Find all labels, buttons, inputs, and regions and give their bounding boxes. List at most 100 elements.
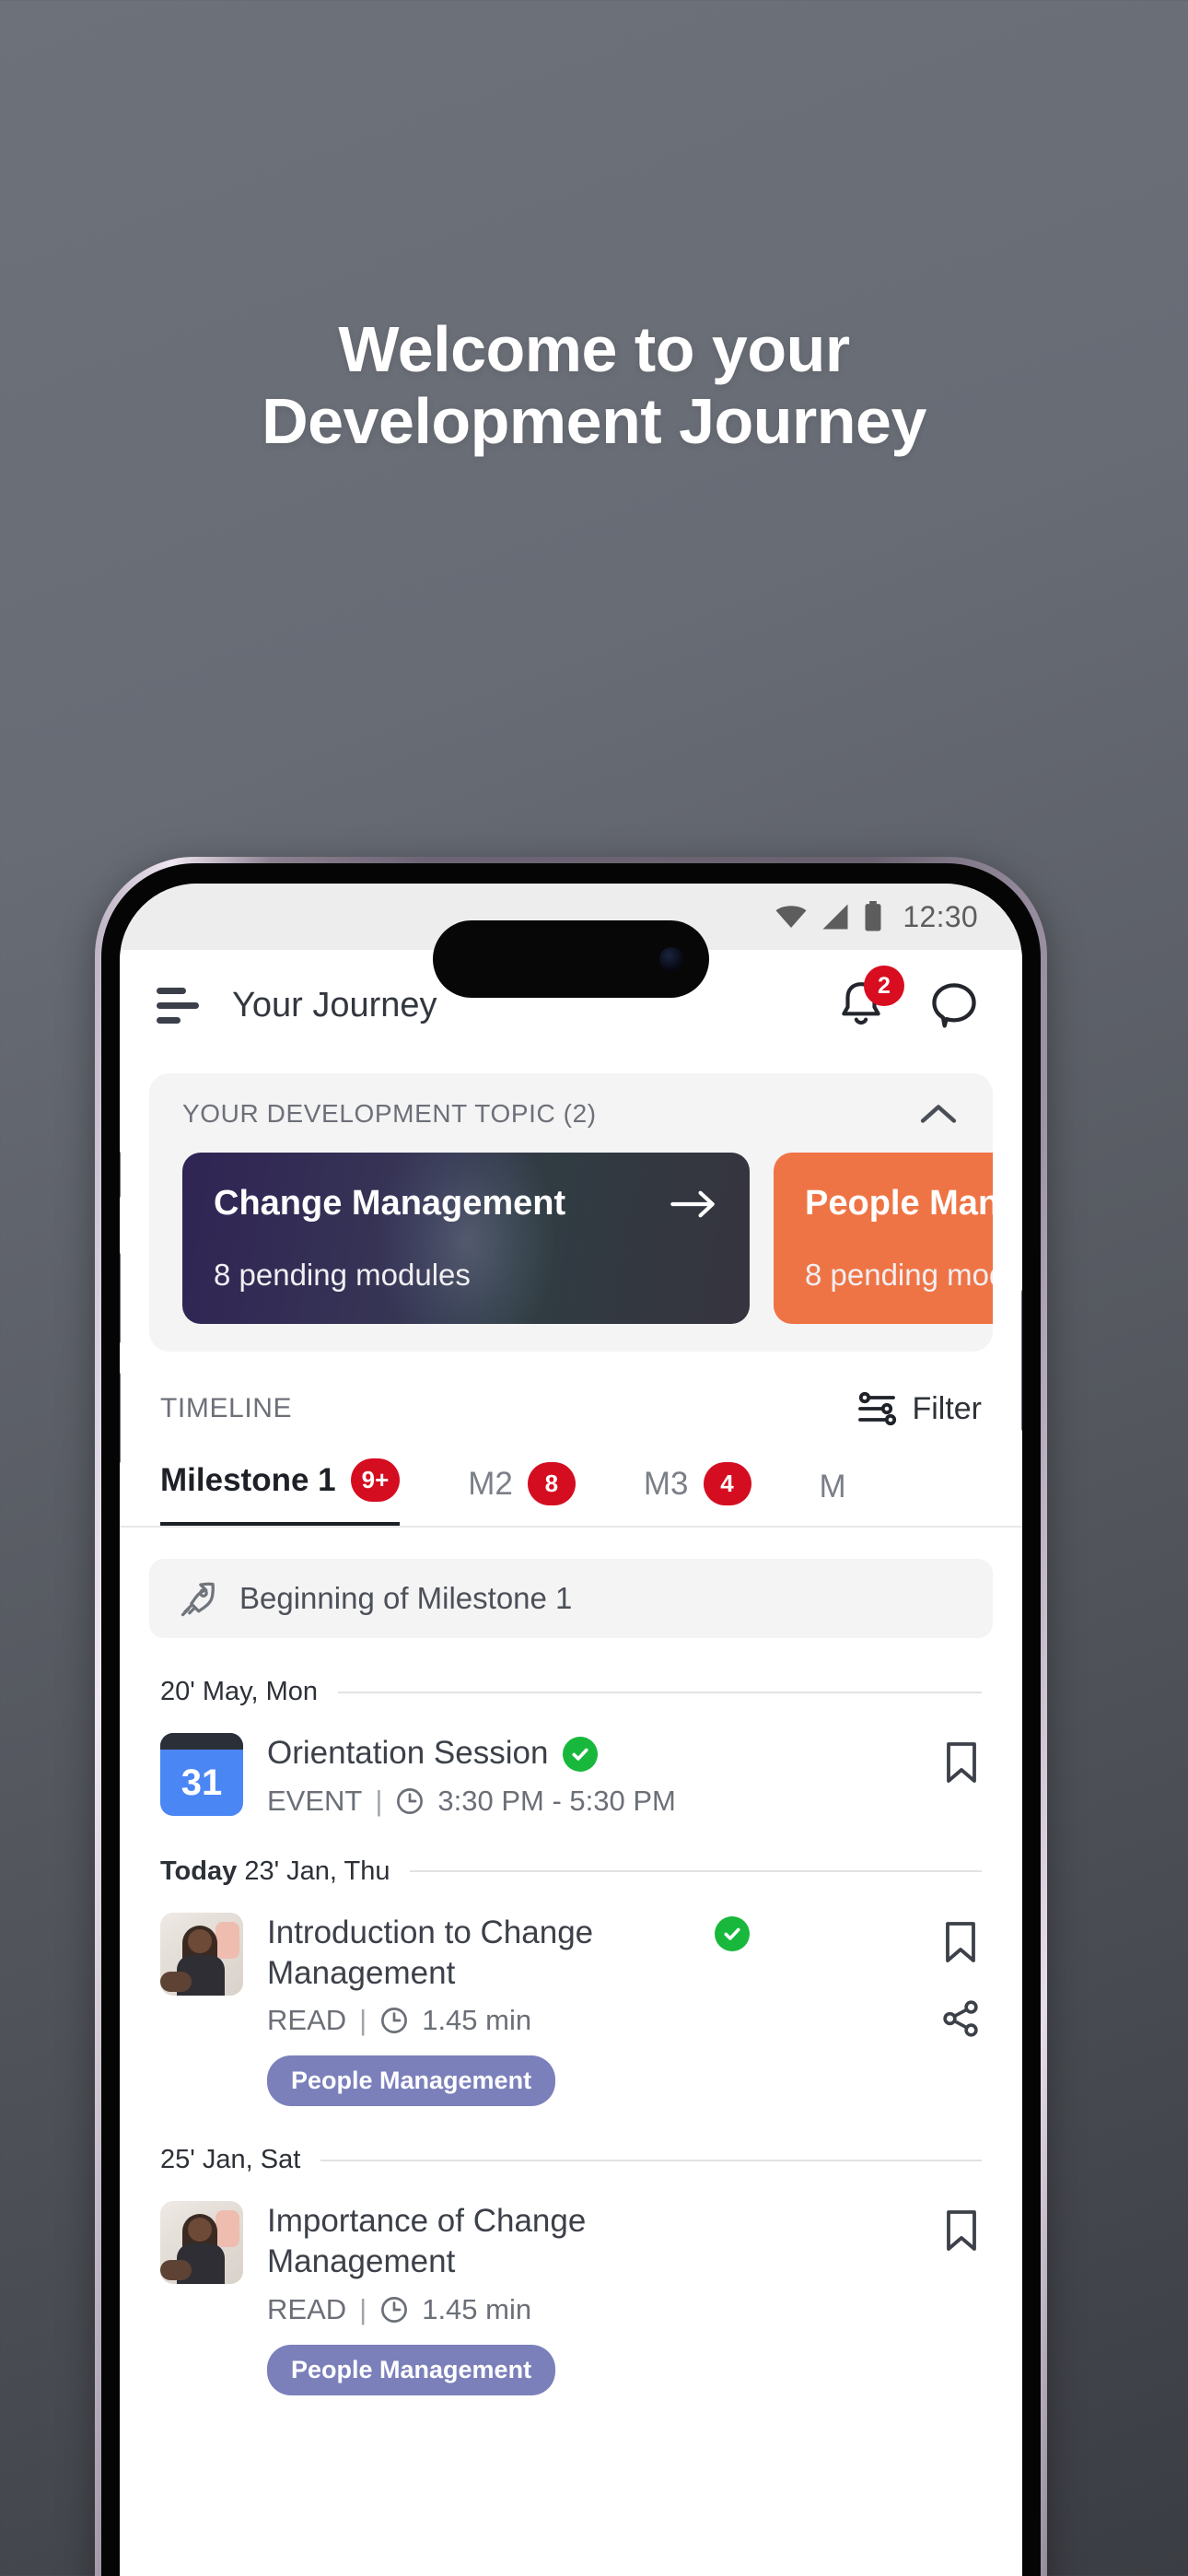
topic-card-title: Change Management	[214, 1184, 566, 1223]
hamburger-menu-icon[interactable]	[157, 987, 199, 1024]
milestone-banner-text: Beginning of Milestone 1	[239, 1581, 573, 1615]
clock-icon	[395, 1786, 425, 1816]
timeline-item-type: READ	[267, 2004, 347, 2037]
timeline-label: TIMELINE	[160, 1393, 293, 1423]
completed-check-icon	[715, 1915, 750, 1951]
topic-card-people-management[interactable]: People Management 8 pending modules	[774, 1153, 993, 1324]
date-label: 25' Jan, Sat	[160, 2145, 301, 2175]
timeline-item[interactable]: Importance of Change Management READ | 1…	[120, 2175, 1022, 2395]
chevron-up-icon[interactable]	[917, 1100, 960, 1128]
timeline-item[interactable]: Introduction to Change Management READ |…	[120, 1887, 1022, 2107]
development-topic-header[interactable]: YOUR DEVELOPMENT TOPIC (2)	[149, 1099, 993, 1129]
tab-milestone-1[interactable]: Milestone 1 9+	[160, 1458, 401, 1526]
timeline-item-actions	[941, 1733, 982, 1786]
timeline-item-meta: READ | 1.45 min	[267, 2293, 917, 2326]
status-bar-time: 12:30	[903, 899, 978, 933]
topic-card-subtitle: 8 pending modules	[805, 1258, 993, 1292]
clock-icon	[379, 2295, 409, 2324]
arrow-right-icon[interactable]	[669, 1188, 718, 1220]
timeline-item-duration: 1.45 min	[422, 2004, 532, 2037]
topic-tag[interactable]: People Management	[267, 2055, 556, 2107]
topic-card-subtitle: 8 pending modules	[214, 1258, 471, 1292]
phone-screen: 12:30 Your Journey 2 YOUR DEVELOPMENT TO…	[120, 884, 1022, 2576]
meta-separator: |	[375, 1784, 383, 1817]
topic-card-carousel[interactable]: Change Management 8 pending modules Peop…	[149, 1153, 993, 1324]
bookmark-icon[interactable]	[940, 1918, 981, 1966]
chat-button[interactable]	[928, 979, 980, 1031]
hero-line-1: Welcome to your	[338, 313, 850, 385]
meta-separator: |	[359, 2004, 367, 2037]
milestone-tabs[interactable]: Milestone 1 9+ M2 8 M3 4 M	[120, 1427, 1022, 1528]
timeline-item-actions	[941, 2201, 982, 2254]
tab-milestone-3[interactable]: M3 4	[644, 1462, 751, 1526]
timeline-item-title: Importance of Change Management	[267, 2203, 587, 2279]
bookmark-icon[interactable]	[941, 1739, 982, 1786]
battery-icon	[862, 901, 884, 932]
divider-line	[320, 2159, 982, 2161]
filter-button[interactable]: Filter	[856, 1390, 982, 1427]
date-label: Today 23' Jan, Thu	[160, 1856, 390, 1887]
clock-icon	[379, 2006, 409, 2035]
calendar-icon: 31	[160, 1733, 243, 1816]
timeline-item-type: EVENT	[267, 1784, 363, 1817]
timeline-item-title: Introduction to Change Management	[267, 1914, 594, 1991]
timeline-item-title: Orientation Session	[267, 1735, 549, 1771]
timeline-item-meta: EVENT | 3:30 PM - 5:30 PM	[267, 1785, 917, 1818]
tab-label: M3	[643, 1465, 689, 1502]
filter-label: Filter	[912, 1390, 982, 1426]
front-camera-icon	[659, 947, 683, 971]
topic-card-title: People Management	[805, 1184, 993, 1223]
timeline-item-content: Introduction to Change Management READ |…	[267, 1913, 915, 2107]
hero-heading: Welcome to your Development Journey	[0, 313, 1188, 458]
share-icon[interactable]	[939, 1997, 982, 2040]
tab-badge: 9+	[350, 1458, 401, 1502]
timeline-item-duration: 3:30 PM - 5:30 PM	[437, 1784, 676, 1817]
topic-tag[interactable]: People Management	[267, 2344, 556, 2395]
article-thumbnail	[160, 1912, 243, 1996]
dynamic-island	[433, 920, 709, 998]
date-divider: 20' May, Mon	[120, 1677, 1022, 1707]
tab-badge: 8	[527, 1462, 576, 1505]
date-divider: 25' Jan, Sat	[120, 2145, 1022, 2175]
hero-line-2: Development Journey	[262, 385, 926, 458]
divider-line	[410, 1870, 982, 1873]
notifications-button[interactable]: 2	[836, 966, 904, 1032]
rocket-icon	[177, 1577, 219, 1620]
timeline-item-content: Importance of Change Management READ | 1…	[267, 2201, 917, 2395]
tab-milestone-4[interactable]: M	[820, 1469, 846, 1526]
silent-switch-button[interactable]	[120, 1151, 121, 1199]
topic-card-change-management[interactable]: Change Management 8 pending modules	[182, 1153, 750, 1324]
app-bar-actions: 2	[836, 966, 980, 1032]
timeline-item[interactable]: 31 Orientation Session EVENT | 3:30 PM -…	[120, 1707, 1022, 1818]
meta-separator: |	[359, 2292, 367, 2325]
timeline-item-content: Orientation Session EVENT | 3:30 PM - 5:…	[267, 1733, 917, 1818]
bookmark-icon[interactable]	[941, 2207, 982, 2254]
milestone-banner: Beginning of Milestone 1	[149, 1559, 993, 1638]
date-today-prefix: Today	[160, 1856, 238, 1886]
development-topic-panel: YOUR DEVELOPMENT TOPIC (2) Change Manage…	[149, 1073, 993, 1352]
tab-label: Milestone 1	[160, 1461, 336, 1498]
development-topic-label: YOUR DEVELOPMENT TOPIC (2)	[182, 1099, 597, 1128]
volume-down-button[interactable]	[120, 1372, 121, 1464]
chat-bubble-icon	[928, 979, 980, 1031]
wifi-icon	[774, 903, 809, 931]
calendar-day: 31	[181, 1762, 223, 1803]
tab-label: M2	[468, 1465, 513, 1502]
notification-badge: 2	[864, 966, 904, 1006]
tab-milestone-2[interactable]: M2 8	[468, 1462, 576, 1526]
cellular-signal-icon	[820, 903, 851, 931]
date-value: 23' Jan, Thu	[244, 1856, 390, 1886]
timeline-header: TIMELINE Filter	[120, 1352, 1022, 1427]
phone-bezel: 12:30 Your Journey 2 YOUR DEVELOPMENT TO…	[101, 863, 1041, 2576]
article-thumbnail	[160, 2201, 243, 2285]
completed-check-icon	[563, 1737, 599, 1772]
tab-badge: 4	[703, 1462, 751, 1505]
volume-up-button[interactable]	[120, 1252, 121, 1344]
timeline-item-meta: READ | 1.45 min	[267, 2004, 915, 2037]
sliders-filter-icon	[856, 1390, 897, 1427]
timeline-item-type: READ	[267, 2292, 347, 2325]
tab-label: M	[819, 1469, 846, 1505]
date-label: 20' May, Mon	[160, 1677, 319, 1706]
phone-frame: 12:30 Your Journey 2 YOUR DEVELOPMENT TO…	[95, 857, 1047, 2576]
power-button[interactable]	[1021, 1289, 1022, 1432]
